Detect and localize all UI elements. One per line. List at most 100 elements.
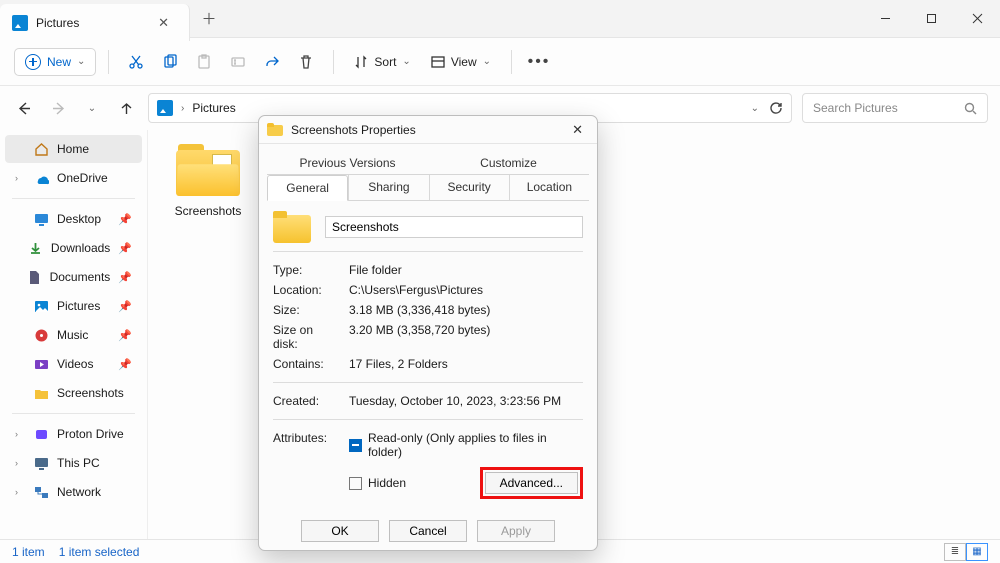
window-controls [862, 0, 1000, 37]
view-icons-button[interactable]: ▦ [966, 543, 988, 561]
pin-icon: 📌 [118, 242, 132, 255]
search-placeholder: Search Pictures [813, 101, 898, 115]
tab-security[interactable]: Security [429, 175, 509, 200]
video-icon [33, 356, 49, 372]
chevron-down-icon: ⌄ [77, 56, 85, 67]
pictures-icon [33, 298, 49, 314]
desktop-icon [33, 211, 49, 227]
pictures-icon [157, 100, 173, 116]
checkbox-readonly[interactable] [349, 439, 362, 452]
document-icon [27, 269, 42, 285]
refresh-icon[interactable] [769, 101, 783, 115]
hidden-checkbox-row[interactable]: Hidden [349, 476, 406, 490]
pin-icon: 📌 [118, 358, 132, 371]
delete-icon[interactable] [291, 47, 321, 77]
tab-customize[interactable]: Customize [428, 152, 589, 174]
nav-home[interactable]: Home [5, 135, 142, 163]
folder-icon [267, 123, 283, 136]
pictures-icon [12, 15, 28, 31]
advanced-highlight: Advanced... [480, 467, 583, 499]
dialog-tabs-row2: Previous Versions Customize [267, 152, 589, 175]
paste-icon[interactable] [189, 47, 219, 77]
status-count: 1 item [12, 545, 45, 559]
checkbox-hidden[interactable] [349, 477, 362, 490]
copy-icon[interactable] [155, 47, 185, 77]
forward-button[interactable] [46, 96, 70, 120]
sort-button[interactable]: Sort ⌄ [346, 50, 418, 74]
tab-pictures[interactable]: Pictures ✕ [0, 4, 190, 41]
value-size: 3.18 MB (3,336,418 bytes) [349, 303, 583, 317]
label-contains: Contains: [273, 357, 339, 371]
minimize-button[interactable] [862, 0, 908, 37]
nav-downloads[interactable]: Downloads📌 [5, 234, 142, 262]
nav-music[interactable]: Music📌 [5, 321, 142, 349]
search-icon [964, 102, 977, 115]
folder-icon [33, 385, 49, 401]
nav-desktop[interactable]: Desktop📌 [5, 205, 142, 233]
chevron-down-icon[interactable]: ⌄ [751, 103, 759, 114]
ok-button[interactable]: OK [301, 520, 379, 542]
folder-icon [174, 144, 242, 196]
close-button[interactable] [954, 0, 1000, 37]
share-icon[interactable] [257, 47, 287, 77]
value-type: File folder [349, 263, 583, 277]
maximize-button[interactable] [908, 0, 954, 37]
back-button[interactable] [12, 96, 36, 120]
toolbar: New ⌄ Sort ⌄ View ⌄ ••• [0, 38, 1000, 86]
recent-button[interactable]: ⌄ [80, 96, 104, 120]
nav-pictures[interactable]: Pictures📌 [5, 292, 142, 320]
view-icon [431, 55, 445, 69]
item-screenshots[interactable]: Screenshots [166, 144, 250, 218]
readonly-checkbox-row[interactable]: Read-only (Only applies to files in fold… [349, 431, 583, 459]
apply-button[interactable]: Apply [477, 520, 555, 542]
rename-icon[interactable] [223, 47, 253, 77]
home-icon [33, 141, 49, 157]
advanced-button[interactable]: Advanced... [485, 472, 578, 494]
new-label: New [47, 55, 71, 69]
properties-dialog: Screenshots Properties ✕ Previous Versio… [258, 115, 598, 551]
chevron-down-icon: ⌄ [402, 56, 410, 67]
folder-name-field[interactable] [325, 216, 583, 238]
nav-pane: Home ›OneDrive Desktop📌 Downloads📌 Docum… [0, 130, 148, 539]
nav-videos[interactable]: Videos📌 [5, 350, 142, 378]
tab-close-icon[interactable]: ✕ [152, 13, 175, 33]
status-selected: 1 item selected [59, 545, 140, 559]
cancel-button[interactable]: Cancel [389, 520, 467, 542]
tab-previous-versions[interactable]: Previous Versions [267, 152, 428, 174]
plus-circle-icon [25, 54, 41, 70]
label-location: Location: [273, 283, 339, 297]
nav-network[interactable]: ›Network [5, 478, 142, 506]
search-input[interactable]: Search Pictures [802, 93, 988, 123]
titlebar: Pictures ✕ ＋ [0, 0, 1000, 38]
cut-icon[interactable] [121, 47, 151, 77]
value-created: Tuesday, October 10, 2023, 3:23:56 PM [349, 394, 583, 408]
view-label: View [451, 55, 477, 69]
chevron-right-icon: › [181, 103, 184, 114]
tab-general[interactable]: General [267, 175, 348, 201]
nav-proton[interactable]: ›Proton Drive [5, 420, 142, 448]
label-attributes: Attributes: [273, 431, 339, 499]
pin-icon: 📌 [118, 300, 132, 313]
up-button[interactable] [114, 96, 138, 120]
view-list-button[interactable]: ≣ [944, 543, 966, 561]
more-button[interactable]: ••• [524, 47, 554, 77]
nav-thispc[interactable]: ›This PC [5, 449, 142, 477]
label-size: Size: [273, 303, 339, 317]
tab-title: Pictures [36, 16, 79, 30]
tab-location[interactable]: Location [509, 175, 589, 200]
new-button[interactable]: New ⌄ [14, 48, 96, 76]
download-icon [28, 240, 43, 256]
music-icon [33, 327, 49, 343]
nav-documents[interactable]: Documents📌 [5, 263, 142, 291]
nav-onedrive[interactable]: ›OneDrive [5, 164, 142, 192]
dialog-titlebar[interactable]: Screenshots Properties ✕ [259, 116, 597, 144]
nav-screenshots[interactable]: Screenshots [5, 379, 142, 407]
breadcrumb[interactable]: Pictures [192, 101, 235, 115]
view-button[interactable]: View ⌄ [423, 50, 499, 74]
dialog-tabs-row1: General Sharing Security Location [267, 175, 589, 201]
new-tab-button[interactable]: ＋ [190, 0, 228, 37]
dialog-close-button[interactable]: ✕ [566, 120, 589, 140]
tab-sharing[interactable]: Sharing [348, 175, 428, 200]
dialog-title: Screenshots Properties [291, 123, 416, 137]
item-caption: Screenshots [166, 204, 250, 218]
